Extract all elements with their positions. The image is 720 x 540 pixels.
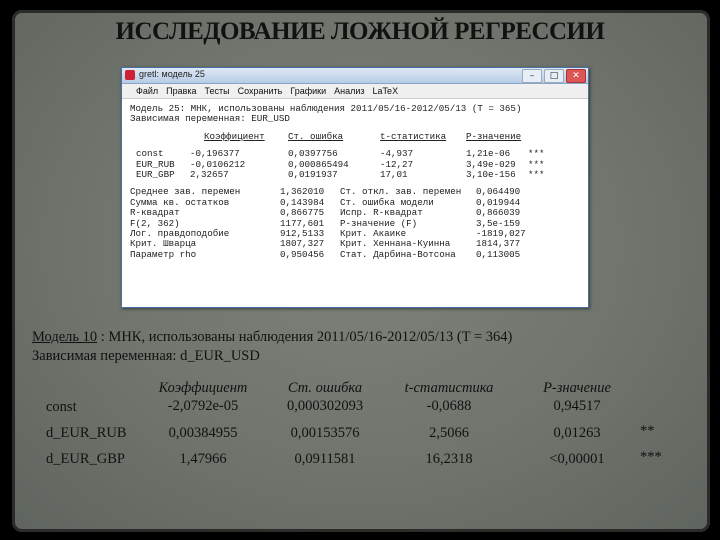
row-coefficient: -2,0792e-05 — [167, 398, 239, 414]
output-stat-value: 0,866039 — [476, 207, 521, 219]
dependent-variable: Зависимая переменная: d_EUR_USD — [32, 348, 260, 364]
row-t-stat: 16,2318 — [425, 451, 473, 467]
output-stat-value: 0,866775 — [280, 207, 325, 219]
output-t: 17,01 — [380, 168, 408, 180]
output-var-name: EUR_GBP — [136, 168, 175, 180]
window-titlebar[interactable]: gretl: модель 25 – □ ✕ — [122, 68, 588, 84]
output-header-t: t-статистика — [380, 130, 447, 142]
output-coef: 2,32657 — [190, 168, 229, 180]
menu-graphs[interactable]: Графики — [290, 84, 326, 98]
output-stats-rows: Среднее зав. перемен 1,362010 Ст. откл. за… — [130, 186, 584, 260]
output-stat-label: R-квадрат — [130, 207, 180, 219]
output-se: 0,0191937 — [288, 168, 338, 180]
row-p-value: 0,94517 — [553, 398, 601, 414]
output-stat-value: 0,950456 — [280, 248, 325, 260]
output-stat-label: Стат. Дарбина-Вотсона — [340, 248, 456, 260]
row-t-stat: -0,0688 — [426, 398, 472, 414]
close-icon[interactable]: ✕ — [566, 69, 586, 83]
row-significance-stars: *** — [640, 449, 662, 465]
output-dependent: Зависимая переменная: EUR_USD — [130, 113, 290, 125]
output-coef-row: EUR_GBP 2,32657 0,0191937 17,01 3,10e-156 *** — [130, 168, 584, 180]
window-title: gretl: модель 25 — [139, 69, 205, 79]
row-std-error: 0,0911581 — [294, 451, 356, 467]
window-controls: – □ ✕ — [522, 69, 586, 83]
menu-edit[interactable]: Правка — [166, 84, 196, 98]
menu-file[interactable]: Файл — [136, 84, 158, 98]
output-coef-rows: const -0,196377 0,0397756 -4,937 1,21e-06 ***… — [130, 148, 584, 180]
model-description: Модель 10 : МНК, использованы наблюдения… — [32, 329, 512, 346]
row-t-stat: 2,5066 — [429, 425, 469, 441]
row-std-error: 0,000302093 — [286, 398, 364, 414]
menu-tests[interactable]: Тесты — [205, 84, 230, 98]
model-output-text: Модель 25: МНК, использованы наблюдения … — [130, 103, 584, 303]
output-header-p: P-значение — [466, 130, 522, 142]
row-std-error: 0,00153576 — [290, 425, 360, 441]
gretl-model-window: gretl: модель 25 – □ ✕ Файл Правка Тесты… — [121, 67, 589, 308]
output-stat-label: Испр. R-квадрат — [340, 207, 423, 219]
model-details: : МНК, использованы наблюдения 2011/05/1… — [100, 329, 513, 345]
row-variable-name: d_EUR_GBP — [46, 451, 125, 467]
model-label: Модель 10 — [32, 329, 98, 345]
output-stat-value: 0,113005 — [476, 248, 521, 260]
row-coefficient: 0,00384955 — [168, 425, 238, 441]
window-menubar: Файл Правка Тесты Сохранить Графики Анал… — [122, 84, 588, 99]
header-std-error: Ст. ошибка — [287, 380, 363, 396]
row-p-value: 0,01263 — [553, 425, 601, 441]
minimize-icon[interactable]: – — [522, 69, 542, 83]
output-stats-row: R-квадрат 0,866775 Испр. R-квадрат 0,866039 — [130, 207, 584, 219]
header-coefficient: Коэффициент — [158, 380, 248, 396]
menu-latex[interactable]: LaTeX — [373, 84, 399, 98]
menu-save[interactable]: Сохранить — [238, 84, 283, 98]
row-coefficient: 1,47966 — [179, 451, 227, 467]
row-p-value: <0,00001 — [549, 451, 605, 467]
maximize-icon[interactable]: □ — [544, 69, 564, 83]
row-variable-name: const — [46, 399, 77, 415]
row-variable-name: d_EUR_RUB — [46, 425, 127, 441]
header-p-value: P-значение — [543, 380, 611, 396]
header-t-stat: t-статистика — [404, 380, 494, 396]
output-p: 3,10e-156 — [466, 168, 516, 180]
gretl-app-icon — [125, 70, 135, 80]
output-header-coef: Коэффициент — [204, 130, 265, 142]
slide-title: ИССЛЕДОВАНИЕ ЛОЖНОЙ РЕГРЕССИИ — [115, 18, 605, 45]
menu-analysis[interactable]: Анализ — [334, 84, 364, 98]
output-stats-row: Параметр rho 0,950456 Стат. Дарбина-Вотсон… — [130, 248, 584, 260]
output-stars: *** — [528, 168, 545, 180]
output-stat-label: Параметр rho — [130, 248, 197, 260]
row-significance-stars: ** — [640, 423, 655, 439]
output-header-se: Ст. ошибка — [288, 130, 344, 142]
output-header-row: Коэффициент Ст. ошибка t-статистика P-значе… — [130, 130, 584, 142]
